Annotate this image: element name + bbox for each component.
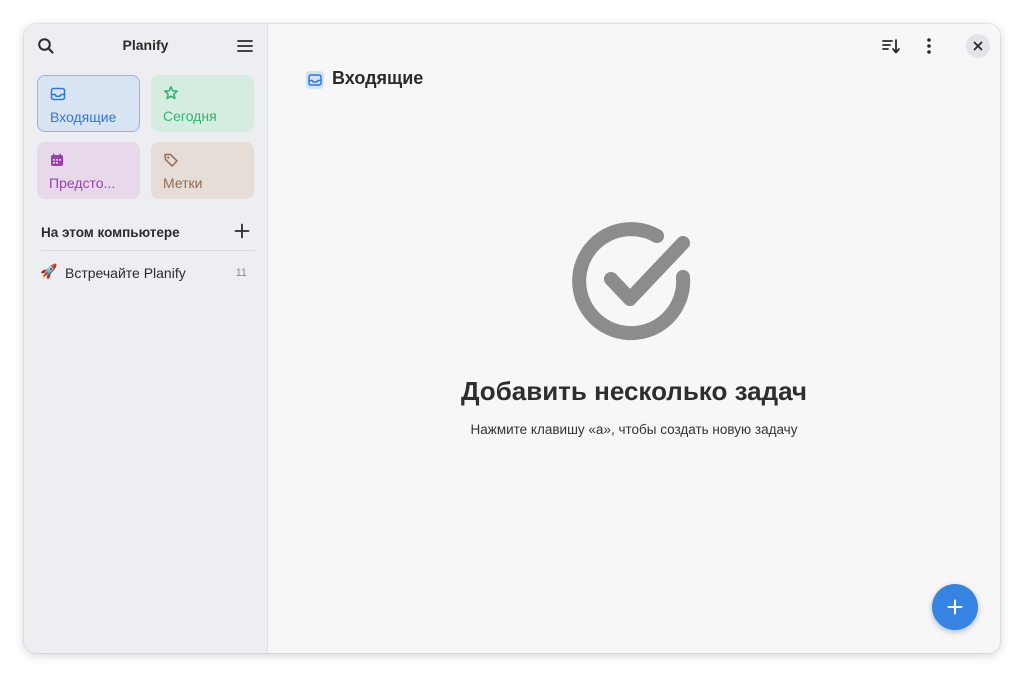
- empty-state-subtitle: Нажмите клавишу «а», чтобы создать новую…: [470, 422, 798, 437]
- add-task-button[interactable]: [932, 584, 978, 630]
- tile-upcoming-label: Предсто...: [49, 175, 116, 191]
- sort-icon[interactable]: [879, 34, 903, 58]
- page-title: Входящие: [332, 68, 424, 88]
- sidebar: Planify Входящие Сегодня Предсто... Метк…: [24, 24, 268, 653]
- main-content: Входящие Добавить несколько задач Нажмит…: [268, 24, 1000, 653]
- inbox-icon: [50, 86, 66, 102]
- plus-icon: [947, 599, 963, 615]
- tile-today-label: Сегодня: [163, 108, 217, 124]
- tile-labels[interactable]: Метки: [151, 142, 254, 199]
- sidebar-header: Planify: [24, 24, 267, 68]
- tile-today[interactable]: Сегодня: [151, 75, 254, 132]
- tile-inbox-label: Входящие: [50, 109, 117, 125]
- inbox-icon: [306, 71, 324, 89]
- section-local: На этом компьютере: [41, 222, 255, 251]
- tag-icon: [163, 152, 179, 168]
- checkmark-circle-icon: [571, 219, 695, 343]
- app-window: Planify Входящие Сегодня Предсто... Метк…: [24, 24, 1000, 653]
- tile-upcoming[interactable]: Предсто...: [37, 142, 140, 199]
- empty-state-title: Добавить несколько задач: [460, 376, 808, 406]
- calendar-icon: [49, 152, 65, 168]
- app-title: Planify: [122, 37, 169, 53]
- more-options-icon[interactable]: [917, 34, 941, 58]
- project-name: Встречайте Planify: [65, 265, 186, 281]
- hamburger-menu-icon[interactable]: [235, 36, 255, 56]
- tile-labels-label: Метки: [163, 175, 203, 191]
- project-item[interactable]: 🚀 Встречайте Planify 11: [40, 262, 247, 284]
- close-icon[interactable]: [966, 34, 990, 58]
- project-count: 11: [235, 267, 247, 279]
- star-icon: [163, 85, 179, 101]
- rocket-icon: 🚀: [40, 263, 58, 279]
- section-title: На этом компьютере: [41, 225, 180, 240]
- tile-inbox[interactable]: Входящие: [37, 75, 140, 132]
- add-project-icon[interactable]: [233, 222, 251, 240]
